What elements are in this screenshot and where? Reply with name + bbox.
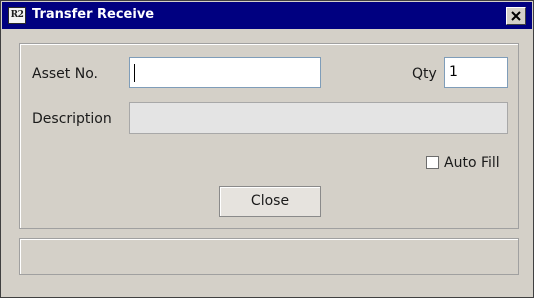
description-input[interactable] [129,102,508,134]
status-bar [19,238,519,275]
title-bar[interactable]: R2 Transfer Receive [2,2,532,29]
description-label: Description [32,111,112,127]
auto-fill-label[interactable]: Auto Fill [444,155,500,171]
qty-value: 1 [449,64,458,80]
text-caret [134,64,135,82]
asset-no-label: Asset No. [32,66,98,82]
qty-label: Qty [412,66,437,82]
window-title: Transfer Receive [32,7,155,22]
close-window-button[interactable] [506,7,526,25]
asset-no-input[interactable] [129,57,321,88]
close-icon [511,11,521,21]
app-icon: R2 [8,7,26,24]
qty-input[interactable]: 1 [444,57,508,88]
close-button[interactable]: Close [219,186,321,217]
form-panel: Asset No. Qty 1 Description Auto Fill Cl… [19,43,519,229]
transfer-receive-dialog: R2 Transfer Receive Asset No. Qty 1 Desc… [0,0,534,298]
auto-fill-checkbox[interactable] [426,156,439,169]
